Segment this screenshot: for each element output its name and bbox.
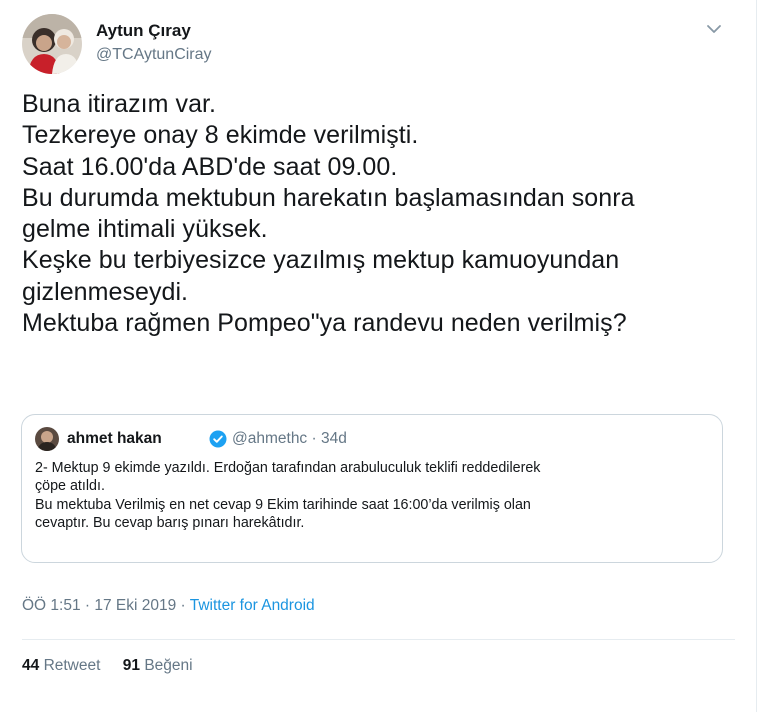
- author-name[interactable]: Aytun Çıray: [96, 21, 191, 41]
- tweet-line: Keşke bu terbiyesizce yazılmış mektup ka…: [22, 246, 620, 275]
- tweet-line: Tezkereye onay 8 ekimde verilmişti.: [22, 121, 419, 150]
- quoted-author-avatar: [35, 427, 59, 451]
- tweet-timestamp[interactable]: ÖÖ 1:51 · 17 Eki 2019 ·: [22, 597, 190, 614]
- divider: [22, 639, 735, 640]
- quoted-tweet[interactable]: ahmet hakan @ahmethc · 34d 2- Mektup 9 e…: [21, 414, 723, 563]
- tweet-metadata: ÖÖ 1:51 · 17 Eki 2019 · Twitter for Andr…: [22, 597, 315, 615]
- tweet-line: Saat 16.00'da ABD'de saat 09.00.: [22, 152, 398, 181]
- tweet-card: Aytun Çıray @TCAytunCiray Buna itirazım …: [0, 0, 757, 712]
- tweet-line: gizlenmeseydi.: [22, 277, 189, 306]
- retweet-count[interactable]: 44 Retweet: [22, 657, 100, 674]
- chevron-down-icon[interactable]: [705, 22, 723, 36]
- author-handle[interactable]: @TCAytunCiray: [96, 46, 212, 64]
- like-count-value: 91: [122, 657, 140, 674]
- quoted-author-name: ahmet hakan: [67, 430, 162, 447]
- quoted-line: Bu mektuba Verilmiş en net cevap 9 Ekim …: [35, 496, 531, 513]
- like-count[interactable]: 91 Beğeni: [123, 657, 193, 674]
- tweet-line: Buna itirazım var.: [22, 90, 217, 118]
- quoted-tweet-text: 2- Mektup 9 ekimde yazıldı. Erdoğan tara…: [35, 459, 710, 533]
- like-label: Beğeni: [144, 657, 193, 674]
- tweet-source-link[interactable]: Twitter for Android: [190, 597, 315, 614]
- retweet-count-value: 44: [22, 657, 40, 674]
- quoted-line: çöpe atıldı.: [35, 478, 105, 495]
- quoted-line: 2- Mektup 9 ekimde yazıldı. Erdoğan tara…: [35, 460, 541, 476]
- tweet-line: Mektuba rağmen Pompeo"ya randevu neden v…: [22, 309, 627, 338]
- tweet-stats: 44 Retweet 91 Beğeni: [22, 657, 193, 675]
- retweet-label: Retweet: [43, 657, 101, 674]
- tweet-line: Bu durumda mektubun harekatın başlamasın…: [22, 183, 635, 212]
- author-avatar[interactable]: [22, 14, 82, 74]
- tweet-text: Buna itirazım var. Tezkereye onay 8 ekim…: [22, 89, 742, 339]
- quoted-line: cevaptır. Bu cevap barış pınarı harekâtı…: [35, 515, 305, 532]
- quoted-author-handle: @ahmethc · 34d: [232, 430, 347, 447]
- tweet-line: gelme ihtimali yüksek.: [22, 215, 268, 244]
- verified-badge-icon: [209, 430, 227, 448]
